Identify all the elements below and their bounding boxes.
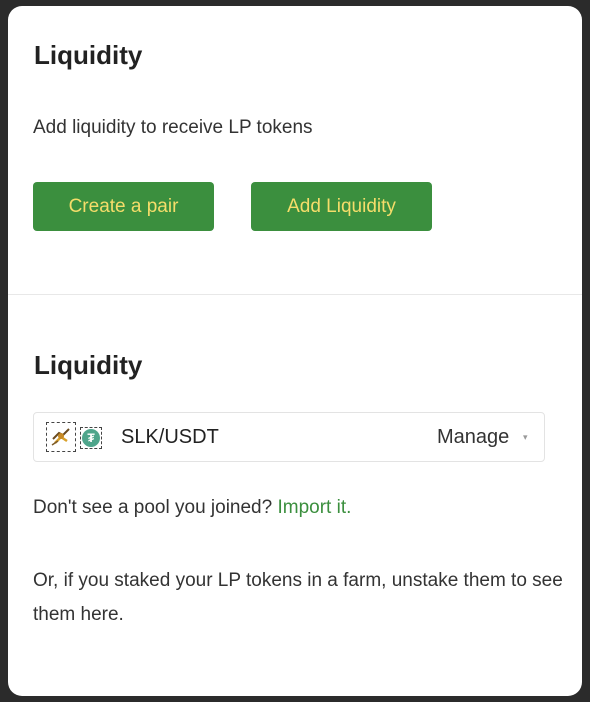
liquidity-pair-row[interactable]: ₮ SLK/USDT Manage ▾ (33, 412, 545, 462)
missing-pool-note: Don't see a pool you joined? Import it. (33, 497, 351, 519)
section-divider (8, 294, 582, 295)
usdt-symbol: ₮ (82, 429, 100, 447)
section-title: Liquidity (34, 40, 143, 70)
section-subtitle: Add liquidity to receive LP tokens (33, 117, 313, 138)
staked-note: Or, if you staked your LP tokens in a fa… (33, 570, 563, 625)
positions-title: Liquidity (34, 350, 143, 380)
import-link[interactable]: Import it. (277, 497, 351, 518)
chevron-down-icon[interactable]: ▾ (523, 432, 528, 443)
manage-button[interactable]: Manage (437, 426, 509, 449)
pair-name: SLK/USDT (121, 426, 219, 448)
slk-token-icon (46, 422, 76, 452)
add-liquidity-section: Liquidity Add liquidity to receive LP to… (8, 6, 582, 294)
missing-pool-text: Don't see a pool you joined? (33, 497, 273, 518)
create-pair-button[interactable]: Create a pair (33, 182, 214, 231)
usdt-token-icon: ₮ (80, 427, 102, 449)
add-liquidity-button[interactable]: Add Liquidity (251, 182, 432, 231)
liquidity-card: Liquidity Add liquidity to receive LP to… (8, 6, 582, 696)
